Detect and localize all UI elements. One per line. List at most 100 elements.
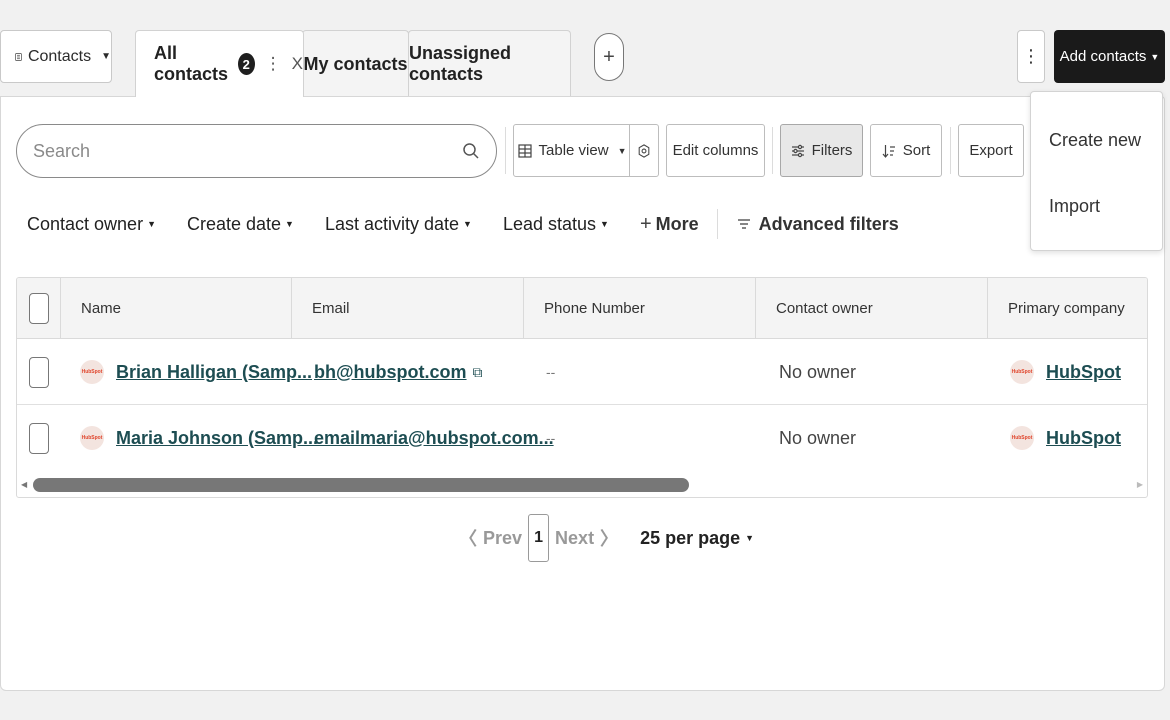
contacts-panel: Table view ▼ Edit columns Filters [0,96,1165,691]
object-selector-label: Contacts [27,47,92,65]
column-header-contact-owner[interactable]: Contact owner [755,278,987,339]
table-row: HubSpot Maria Johnson (Samp... emailmari… [17,405,1147,471]
table-header: Name Email Phone Number Contact owner Pr… [17,278,1147,339]
edit-columns-button[interactable]: Edit columns [666,124,765,177]
email-link[interactable]: bh@hubspot.com [314,362,467,383]
next-label: Next [555,527,595,548]
search-box[interactable] [16,124,497,178]
scroll-left-arrow-icon[interactable]: ◀ [21,480,27,489]
scrollbar-thumb[interactable] [33,478,689,492]
column-header-name[interactable]: Name [60,278,292,339]
filter-label: Contact owner [27,213,144,234]
filter-last-activity-date[interactable]: Last activity date ▼ [325,214,472,235]
add-contacts-menu: Create new Import [1030,91,1163,251]
prev-page-button[interactable]: 〈 Prev [459,525,522,551]
company-link[interactable]: HubSpot [1046,362,1121,383]
tab-all-contacts[interactable]: All contacts 2 ⋮ X [135,30,304,97]
contact-name-link[interactable]: Brian Halligan (Samp... [116,362,312,383]
filter-divider [716,209,718,239]
filter-create-date[interactable]: Create date ▼ [187,214,294,235]
tab-my-contacts[interactable]: My contacts [302,30,409,97]
company-logo: HubSpot [1010,426,1034,450]
phone-cell: -- [546,364,556,380]
sliders-icon [791,144,804,157]
sort-button[interactable]: Sort [870,124,942,177]
column-label: Email [312,300,350,317]
caret-down-icon: ▼ [600,219,609,229]
tab-unassigned-contacts[interactable]: Unassigned contacts [408,30,571,97]
row-checkbox[interactable] [29,357,49,388]
more-filters-button[interactable]: + More [640,213,699,236]
column-header-email[interactable]: Email [291,278,523,339]
company-logo: HubSpot [80,426,104,450]
advanced-filters-label: Advanced filters [758,213,899,234]
column-label: Primary company [1008,300,1125,317]
filter-label: Last activity date [324,213,460,234]
export-label: Export [969,142,1013,159]
caret-down-icon: ▼ [285,219,294,229]
name-cell: HubSpot Brian Halligan (Samp... [80,339,312,405]
filter-label: Lead status [502,213,597,234]
caret-down-icon: ▼ [147,219,156,229]
external-link-icon[interactable]: ⧉ [473,364,483,381]
export-button[interactable]: Export [958,124,1024,177]
vertical-dots-icon: ⋮ [1022,46,1040,66]
menu-item-create-new[interactable]: Create new [1049,130,1141,151]
prev-label: Prev [483,527,523,548]
close-icon[interactable]: X [292,54,303,74]
search-input[interactable] [33,140,462,162]
email-link[interactable]: emailmaria@hubspot.com... [314,428,554,449]
pagination: 〈 Prev 1 Next 〉 25 per page ▼ [459,514,754,562]
tab-label: Unassigned contacts [409,43,512,84]
per-page-select[interactable]: 25 per page ▼ [640,528,754,549]
view-settings-button[interactable] [629,124,659,177]
toolbar-divider [772,127,773,174]
caret-down-icon: ▼ [101,51,111,62]
scroll-right-arrow-icon[interactable]: ▶ [1137,480,1143,489]
vertical-dots-icon[interactable]: ⋮ [265,54,282,74]
toolbar-divider [950,127,951,174]
column-label: Contact owner [776,300,873,317]
phone-cell: -- [546,430,556,446]
gear-icon [638,143,650,158]
company-cell: HubSpot HubSpot [1010,405,1121,471]
filters-button[interactable]: Filters [780,124,863,177]
next-page-button[interactable]: Next 〉 [555,525,618,551]
table-view-label: Table view [538,142,609,159]
column-header-phone[interactable]: Phone Number [523,278,755,339]
column-label: Phone Number [544,300,645,317]
horizontal-scrollbar[interactable]: ◀ ▶ [17,476,1147,494]
object-selector[interactable]: Contacts ▼ [0,30,112,83]
contacts-table: Name Email Phone Number Contact owner Pr… [16,277,1148,498]
add-contacts-label: Add contacts [1059,48,1147,65]
filter-label: Create date [186,213,282,234]
count-badge: 2 [237,53,255,75]
filter-contact-owner[interactable]: Contact owner ▼ [27,214,156,235]
row-checkbox[interactable] [29,423,49,454]
table-row: HubSpot Brian Halligan (Samp... bh@hubsp… [17,339,1147,405]
company-cell: HubSpot HubSpot [1010,339,1121,405]
company-logo: HubSpot [80,360,104,384]
menu-item-import[interactable]: Import [1049,196,1100,217]
email-cell: bh@hubspot.com ⧉ [314,339,483,405]
more-filters-label: More [655,213,699,234]
advanced-filters-button[interactable]: Advanced filters [737,214,899,235]
name-cell: HubSpot Maria Johnson (Samp... [80,405,318,471]
more-actions-button[interactable]: ⋮ [1017,30,1045,83]
filter-lead-status[interactable]: Lead status ▼ [503,214,609,235]
select-all-checkbox[interactable] [29,293,49,324]
search-icon[interactable] [462,142,480,160]
owner-cell[interactable]: No owner [779,405,856,471]
owner-cell[interactable]: No owner [779,339,856,405]
tab-label: My contacts [303,53,408,74]
tab-label: All contacts [154,43,229,84]
table-view-button[interactable]: Table view ▼ [513,124,631,177]
contact-name-link[interactable]: Maria Johnson (Samp... [116,428,318,449]
add-contacts-button[interactable]: Add contacts ▼ [1054,30,1165,83]
current-page[interactable]: 1 [528,514,550,562]
company-link[interactable]: HubSpot [1046,428,1121,449]
add-tab-button[interactable]: + [594,33,624,81]
sort-icon [882,144,895,158]
table-icon [517,143,532,158]
column-header-primary-company[interactable]: Primary company [987,278,1147,339]
